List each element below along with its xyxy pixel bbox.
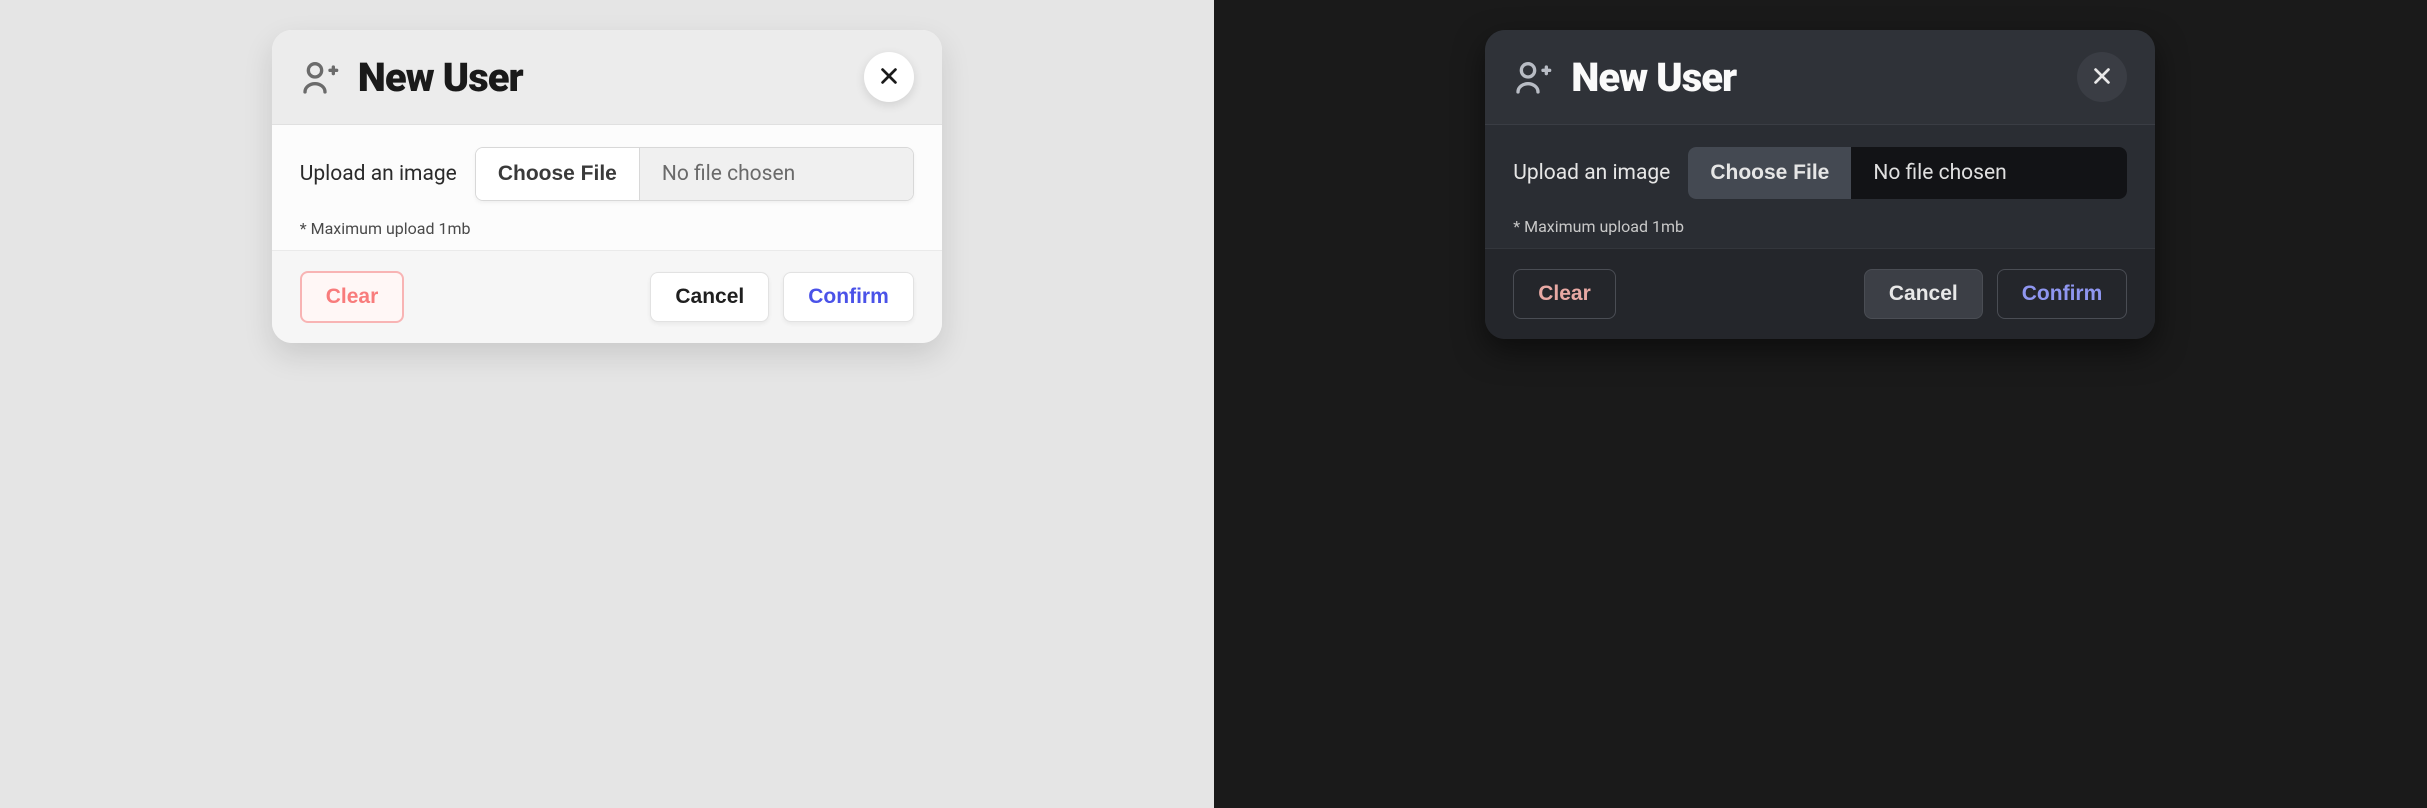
dialog-footer: Clear Cancel Confirm [1485, 248, 2155, 339]
cancel-button[interactable]: Cancel [650, 272, 769, 322]
upload-row: Upload an image Choose File No file chos… [1513, 147, 2127, 199]
upload-label: Upload an image [300, 162, 457, 186]
new-user-dialog: New User Upload an image Choose File No … [272, 30, 942, 343]
close-icon [878, 65, 900, 90]
cancel-button[interactable]: Cancel [1864, 269, 1983, 319]
user-plus-icon [300, 57, 340, 97]
confirm-button[interactable]: Confirm [1997, 269, 2128, 319]
close-button[interactable] [2077, 52, 2127, 102]
new-user-dialog: New User Upload an image Choose File No … [1485, 30, 2155, 339]
dialog-header: New User [272, 30, 942, 125]
light-theme-panel: New User Upload an image Choose File No … [0, 0, 1214, 808]
user-plus-icon [1513, 57, 1553, 97]
dark-theme-panel: New User Upload an image Choose File No … [1214, 0, 2427, 808]
file-picker: Choose File No file chosen [1688, 147, 2127, 199]
upload-label: Upload an image [1513, 161, 1670, 185]
dialog-body: Upload an image Choose File No file chos… [1485, 125, 2155, 248]
clear-button[interactable]: Clear [300, 271, 405, 323]
close-button[interactable] [864, 52, 914, 102]
choose-file-button[interactable]: Choose File [1688, 147, 1851, 199]
dialog-header: New User [1485, 30, 2155, 125]
dialog-title: New User [358, 54, 864, 101]
dialog-body: Upload an image Choose File No file chos… [272, 125, 942, 250]
dialog-footer: Clear Cancel Confirm [272, 250, 942, 343]
file-status-text: No file chosen [1851, 147, 2127, 199]
file-status-text: No file chosen [640, 148, 913, 200]
upload-hint: * Maximum upload 1mb [1513, 217, 2127, 236]
confirm-button[interactable]: Confirm [783, 272, 914, 322]
close-icon [2091, 65, 2113, 90]
file-picker: Choose File No file chosen [475, 147, 914, 201]
upload-row: Upload an image Choose File No file chos… [300, 147, 914, 201]
dialog-title: New User [1571, 54, 2077, 101]
upload-hint: * Maximum upload 1mb [300, 219, 914, 238]
clear-button[interactable]: Clear [1513, 269, 1616, 319]
choose-file-button[interactable]: Choose File [476, 148, 640, 200]
